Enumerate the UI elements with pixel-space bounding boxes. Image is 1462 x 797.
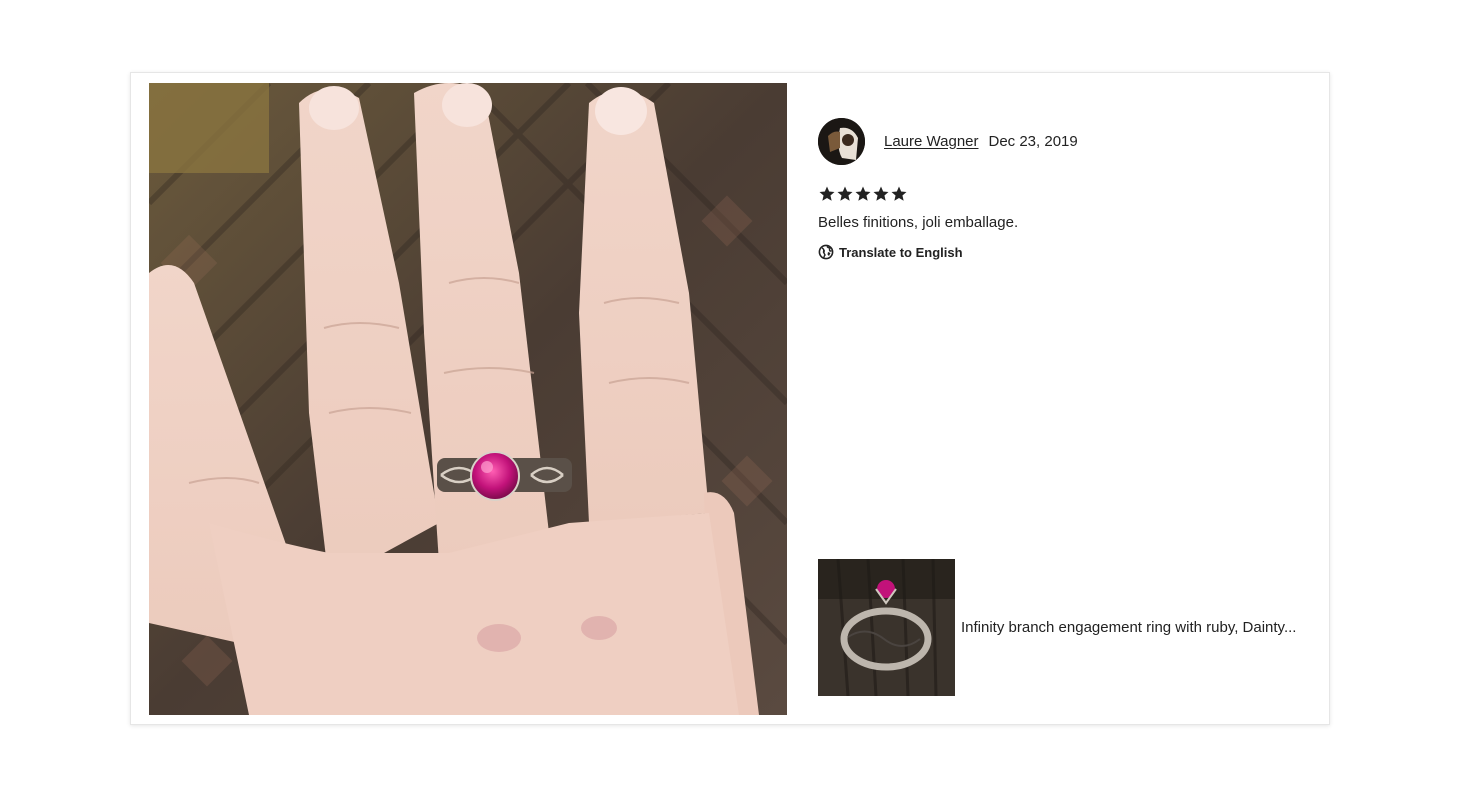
product-thumbnail[interactable]: [818, 559, 955, 696]
hand-ring-photo: [149, 83, 787, 715]
globe-icon: [818, 244, 834, 260]
reviewer-avatar[interactable]: [818, 117, 865, 165]
star-rating: [818, 185, 1308, 205]
product-link[interactable]: Infinity branch engagement ring with rub…: [818, 559, 1296, 696]
avatar-image: [818, 117, 865, 165]
star-icon: [855, 186, 871, 201]
translate-button[interactable]: Translate to English: [818, 244, 1308, 260]
reviewer-name-link[interactable]: Laure Wagner: [884, 133, 979, 150]
star-icon: [873, 186, 889, 201]
review-card: Laure Wagner Dec 23, 2019 Belles finitio…: [130, 72, 1330, 725]
review-text: Belles finitions, joli emballage.: [818, 214, 1019, 231]
star-icon: [837, 186, 853, 201]
review-photo[interactable]: [149, 83, 787, 715]
product-ring-image: [818, 559, 955, 696]
author-row: Laure Wagner Dec 23, 2019: [818, 117, 1308, 165]
translate-label: Translate to English: [839, 244, 963, 260]
review-content: Laure Wagner Dec 23, 2019 Belles finitio…: [818, 117, 1308, 260]
star-icon: [891, 186, 907, 201]
review-date: Dec 23, 2019: [988, 132, 1078, 150]
product-title[interactable]: Infinity branch engagement ring with rub…: [961, 619, 1296, 636]
star-icon: [819, 186, 835, 201]
